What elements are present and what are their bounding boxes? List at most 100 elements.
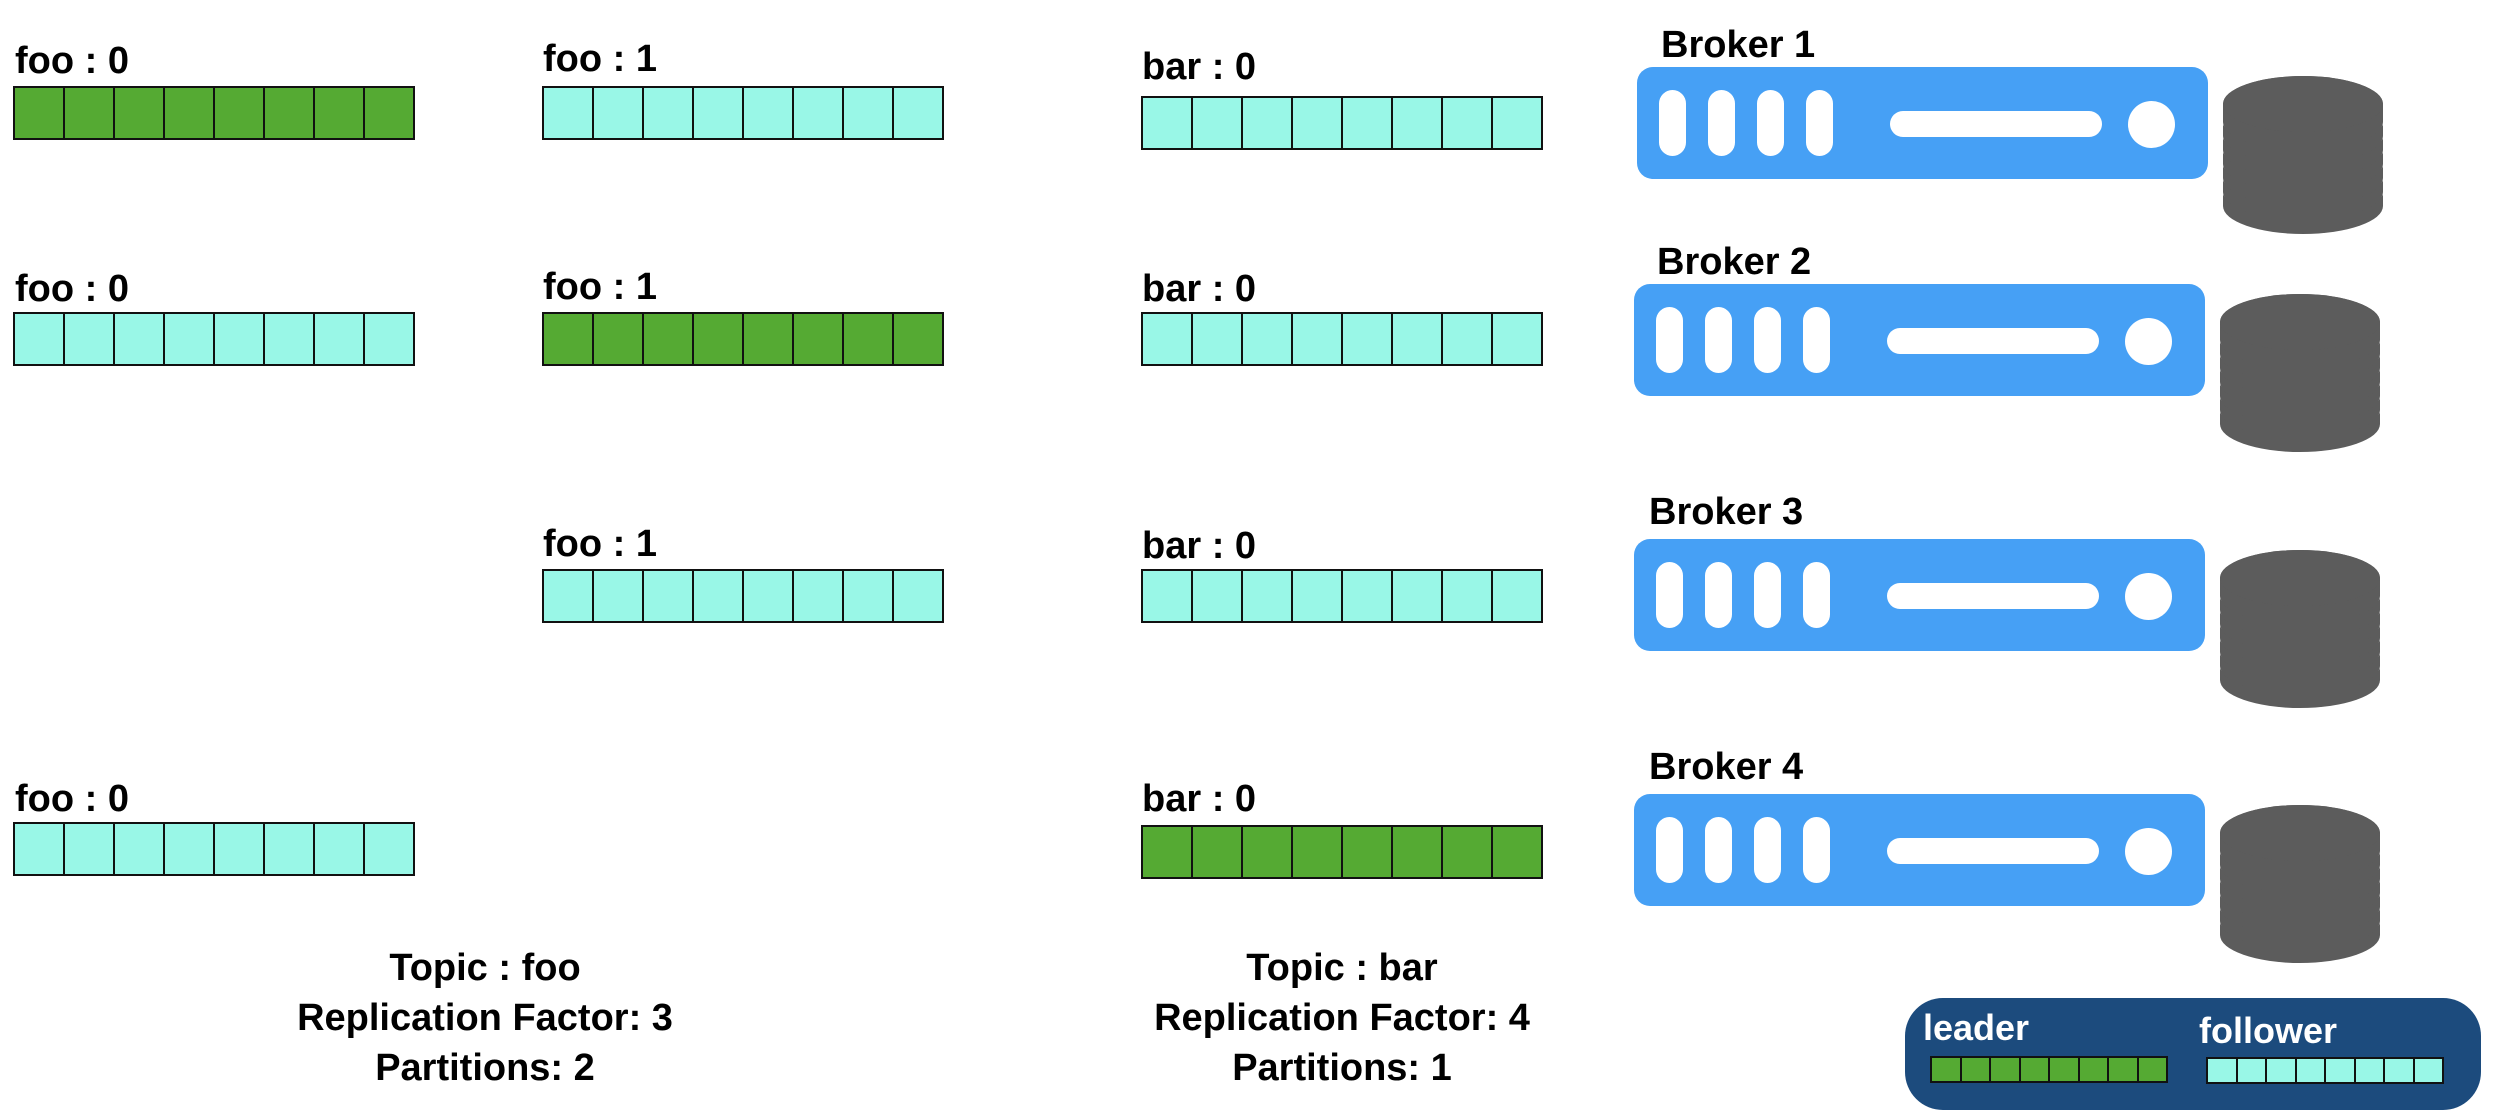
server-icon	[1637, 67, 2208, 179]
server-drive-slot	[1754, 562, 1781, 628]
log-segment	[2050, 1058, 2080, 1081]
partition-log-follower	[1141, 569, 1543, 623]
partition-log-follower	[13, 822, 415, 876]
topic-replication-factor: Replication Factor: 4	[1154, 997, 1530, 1039]
server-drive-slot	[1705, 562, 1732, 628]
replica-label: foo : 0	[15, 778, 129, 820]
server-drive-slot	[1656, 307, 1683, 373]
server-power-light	[2128, 101, 2175, 148]
log-segment	[1493, 314, 1541, 364]
log-segment	[2237, 1059, 2267, 1082]
log-segment	[215, 314, 265, 364]
log-segment	[1293, 314, 1343, 364]
log-segment	[644, 571, 694, 621]
legend-leader-label: leader	[1923, 1007, 2030, 1048]
disk-cap	[2220, 550, 2380, 606]
log-segment	[1293, 827, 1343, 877]
server-power-light	[2125, 573, 2172, 620]
log-segment	[1443, 314, 1493, 364]
server-icon	[1634, 539, 2205, 651]
replica-label: bar : 0	[1142, 525, 1257, 567]
log-segment	[1343, 98, 1393, 148]
log-segment	[365, 824, 413, 874]
topic-foo-info: Topic : foo Replication Factor: 3 Partit…	[135, 943, 835, 1093]
log-segment	[115, 88, 165, 138]
database-icon	[2218, 550, 2382, 708]
log-segment	[315, 88, 365, 138]
log-segment	[1243, 314, 1293, 364]
topic-title: Topic : bar	[1246, 947, 1438, 989]
log-segment	[1991, 1058, 2021, 1081]
log-segment	[2267, 1059, 2297, 1082]
log-segment	[544, 571, 594, 621]
log-segment	[65, 314, 115, 364]
server-panel-bar	[1887, 328, 2099, 354]
log-segment	[1293, 571, 1343, 621]
legend-leader-swatch	[1930, 1056, 2168, 1083]
server-icon	[1634, 284, 2205, 396]
log-segment	[265, 824, 315, 874]
log-segment	[1143, 98, 1193, 148]
log-segment	[315, 314, 365, 364]
log-segment	[15, 314, 65, 364]
log-segment	[1493, 98, 1541, 148]
log-segment	[2355, 1059, 2385, 1082]
log-segment	[2296, 1059, 2326, 1082]
log-segment	[2208, 1059, 2238, 1082]
replica-label: foo : 1	[543, 38, 657, 80]
log-segment	[165, 314, 215, 364]
log-segment	[115, 314, 165, 364]
partition-log-leader	[1141, 825, 1543, 879]
log-segment	[1243, 98, 1293, 148]
log-segment	[1343, 314, 1393, 364]
log-segment	[265, 88, 315, 138]
log-segment	[1393, 314, 1443, 364]
log-segment	[844, 571, 894, 621]
log-segment	[1193, 827, 1243, 877]
server-drive-slot	[1705, 307, 1732, 373]
log-segment	[1243, 571, 1293, 621]
replica-label: foo : 0	[15, 268, 129, 310]
server-drive-slot	[1803, 307, 1830, 373]
replica-label: bar : 0	[1142, 268, 1257, 310]
log-segment	[1443, 98, 1493, 148]
log-segment	[165, 88, 215, 138]
legend-follower-label: follower	[2199, 1010, 2338, 1051]
log-segment	[315, 824, 365, 874]
disk-cap	[2220, 805, 2380, 861]
log-segment	[744, 571, 794, 621]
log-segment	[1443, 827, 1493, 877]
partition-log-follower	[13, 312, 415, 366]
server-drive-slot	[1754, 817, 1781, 883]
log-segment	[65, 88, 115, 138]
log-segment	[165, 824, 215, 874]
server-drive-slot	[1656, 817, 1683, 883]
log-segment	[694, 88, 744, 138]
server-drive-slot	[1803, 817, 1830, 883]
partition-log-follower	[1141, 96, 1543, 150]
log-segment	[2079, 1058, 2109, 1081]
partition-log-follower	[542, 569, 944, 623]
log-segment	[1143, 314, 1193, 364]
log-segment	[1193, 98, 1243, 148]
log-segment	[65, 824, 115, 874]
database-icon	[2218, 294, 2382, 452]
replica-label: foo : 0	[15, 40, 129, 82]
log-segment	[894, 314, 942, 364]
legend-follower-swatch	[2206, 1057, 2444, 1084]
log-segment	[1932, 1058, 1962, 1081]
log-segment	[15, 88, 65, 138]
replica-label: bar : 0	[1142, 778, 1257, 820]
server-power-light	[2125, 828, 2172, 875]
log-segment	[2414, 1059, 2442, 1082]
log-segment	[794, 88, 844, 138]
legend: leader follower	[1905, 998, 2481, 1110]
server-drive-slot	[1803, 562, 1830, 628]
server-panel-bar	[1887, 838, 2099, 864]
log-segment	[1243, 827, 1293, 877]
database-icon	[2221, 76, 2385, 234]
log-segment	[365, 88, 413, 138]
log-segment	[594, 571, 644, 621]
broker-label: Broker 1	[1661, 24, 1816, 66]
broker-label: Broker 4	[1649, 746, 1804, 788]
